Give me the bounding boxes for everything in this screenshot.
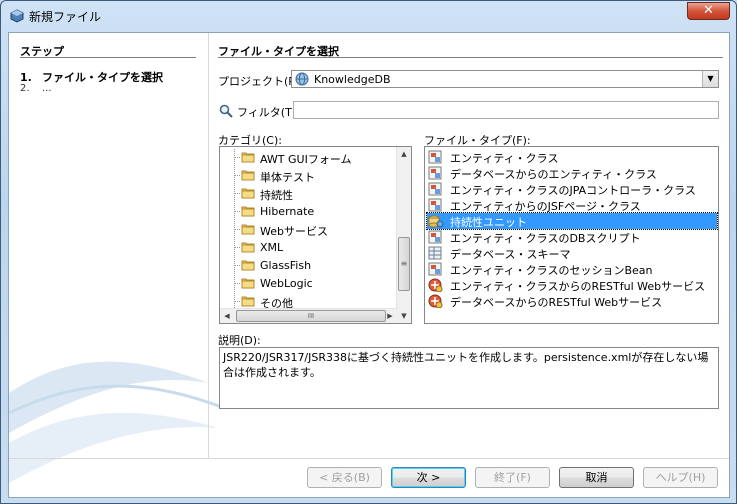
- panel-divider: [218, 57, 723, 58]
- folder-icon: [241, 152, 255, 163]
- category-label: Hibernate: [260, 205, 315, 218]
- tree-connector: [234, 283, 240, 284]
- filetype-label: データベース・スキーマ: [450, 248, 571, 261]
- filetype-item[interactable]: エンティティ・クラスからのRESTful Webサービス: [427, 277, 717, 293]
- filetype-item[interactable]: エンティティ・クラス: [427, 149, 717, 165]
- tree-connector: [234, 211, 240, 212]
- filetype-item[interactable]: データベース・スキーマ: [427, 245, 717, 261]
- filetype-item[interactable]: データベースからのエンティティ・クラス: [427, 165, 717, 181]
- filetype-label: エンティティ・クラスのDBスクリプト: [450, 232, 641, 245]
- next-button[interactable]: 次 >: [391, 467, 466, 488]
- scroll-up-icon[interactable]: ▲: [397, 147, 411, 161]
- folder-icon: [241, 206, 255, 217]
- scroll-left-icon[interactable]: ◀: [220, 309, 234, 323]
- tree-connector: [234, 301, 240, 302]
- scroll-down-icon[interactable]: ▼: [397, 309, 411, 323]
- project-value: KnowledgeDB: [314, 73, 391, 86]
- netbeans-cube-icon: [10, 9, 24, 23]
- filetype-label: エンティティ・クラスのセッションBean: [450, 264, 653, 277]
- decorative-swoosh: [9, 361, 225, 483]
- category-label: 持続性: [260, 189, 293, 202]
- entity-icon: [428, 262, 442, 276]
- filetype-label: エンティティ・クラスのJPAコントローラ・クラス: [450, 184, 696, 197]
- filetype-label: エンティティ・クラス: [450, 152, 559, 165]
- steps-divider: [20, 57, 196, 58]
- filetype-label: データベースからのRESTful Webサービス: [450, 296, 663, 309]
- window-title: 新規ファイル: [29, 10, 102, 24]
- folder-icon: [241, 260, 255, 271]
- entity-icon: [428, 182, 442, 196]
- chevron-down-icon[interactable]: ▼: [702, 71, 718, 87]
- tree-connector: [234, 175, 240, 176]
- filetype-label: エンティティからのJSFページ・クラス: [450, 200, 641, 213]
- filetype-item[interactable]: 持続性ユニット: [426, 212, 718, 230]
- tree-connector: [234, 229, 240, 230]
- finish-button[interactable]: 終了(F): [475, 467, 550, 488]
- database-schema-icon: [428, 246, 442, 260]
- project-select[interactable]: KnowledgeDB ▼: [291, 70, 719, 88]
- button-bar-divider: [9, 458, 729, 459]
- entity-icon: [428, 198, 442, 212]
- filetype-item[interactable]: エンティティ・クラスのDBスクリプト: [427, 229, 717, 245]
- tree-connector: [234, 157, 240, 158]
- filetype-item[interactable]: エンティティからのJSFページ・クラス: [427, 197, 717, 213]
- rest-icon: [428, 294, 443, 308]
- filetypes-list[interactable]: エンティティ・クラス データベースからのエンティティ・クラス エンティティ・クラスの…: [424, 146, 719, 324]
- filetype-label: エンティティ・クラスからのRESTful Webサービス: [450, 280, 706, 293]
- tree-connector: [234, 193, 240, 194]
- tree-connector: [234, 265, 240, 266]
- folder-icon: [241, 224, 255, 235]
- back-button[interactable]: < 戻る(B): [307, 467, 382, 488]
- folder-icon: [241, 242, 255, 253]
- steps-separator: [208, 33, 209, 458]
- step-label: ファイル・タイプを選択: [42, 71, 163, 84]
- filetype-item[interactable]: エンティティ・クラスのセッションBean: [427, 261, 717, 277]
- step-label: ...: [42, 83, 52, 94]
- step-item-2: 2....: [20, 83, 52, 94]
- search-icon: [219, 104, 233, 118]
- description-label: 説明(D):: [218, 334, 261, 347]
- tree-connector: [234, 247, 240, 248]
- project-globe-icon: [295, 72, 309, 86]
- category-label: Webサービス: [260, 225, 328, 238]
- step-number: 2.: [20, 83, 30, 94]
- filter-input[interactable]: [293, 101, 719, 119]
- categories-tree[interactable]: AWT GUIフォーム 単体テスト持続性 Hibernate Webサービス XML Gl…: [219, 146, 412, 324]
- entity-icon: [428, 150, 442, 164]
- scroll-thumb[interactable]: ≡: [398, 237, 410, 291]
- help-button[interactable]: ヘルプ(H): [643, 467, 718, 488]
- scroll-thumb[interactable]: III: [236, 310, 386, 322]
- entity-icon: [428, 166, 442, 180]
- category-label: WebLogic: [260, 277, 313, 290]
- filetype-label: 持続性ユニット: [450, 216, 527, 229]
- category-label: AWT GUIフォーム: [260, 153, 352, 166]
- folder-icon: [241, 170, 255, 181]
- filetype-item[interactable]: データベースからのRESTful Webサービス: [427, 293, 717, 309]
- close-button[interactable]: ✕: [687, 2, 730, 20]
- cancel-button[interactable]: 取消: [559, 467, 634, 488]
- filetype-item[interactable]: エンティティ・クラスのJPAコントローラ・クラス: [427, 181, 717, 197]
- rest-icon: [428, 278, 443, 292]
- folder-icon: [241, 278, 255, 289]
- description-text: JSR220/JSR317/JSR338に基づく持続性ユニットを作成します。pe…: [219, 347, 719, 409]
- category-label: GlassFish: [260, 259, 312, 272]
- folder-icon: [241, 188, 255, 199]
- categories-vertical-scrollbar[interactable]: ▲ ≡ ▼: [396, 147, 411, 323]
- filter-label: フィルタ(T):: [237, 106, 300, 119]
- scroll-right-icon[interactable]: ▶: [383, 309, 397, 323]
- categories-horizontal-scrollbar[interactable]: ◀ III ▶: [220, 308, 397, 323]
- dialog-content: ステップ 1. ファイル・タイプを選択 2.... ファイル・タイプを選択 プロジ…: [8, 32, 730, 498]
- entity-icon: [428, 230, 442, 244]
- folder-icon: [241, 296, 255, 307]
- category-label: 単体テスト: [260, 171, 315, 184]
- title-bar: 新規ファイル ✕: [1, 1, 736, 31]
- category-label: XML: [260, 241, 284, 254]
- filetype-label: データベースからのエンティティ・クラス: [450, 168, 657, 181]
- new-file-dialog: 新規ファイル ✕ ステップ 1. ファイル・タイプを選択 2.... ファイル・タ…: [0, 0, 737, 504]
- persistence-unit-icon: [428, 215, 444, 228]
